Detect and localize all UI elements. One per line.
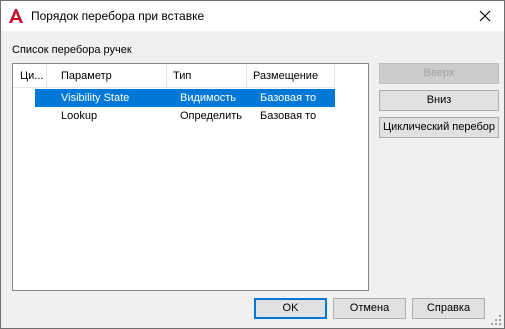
title-bar[interactable]: Порядок перебора при вставке <box>1 1 504 31</box>
list-caption: Список перебора ручек <box>12 44 132 56</box>
column-header-cycle[interactable]: Ци... <box>13 64 47 88</box>
cycle-toggle-button[interactable]: Циклический перебор <box>379 117 499 138</box>
list-row[interactable]: Visibility State Видимость Базовая то <box>13 89 335 107</box>
list-row[interactable]: Lookup Определить Базовая то <box>13 107 335 125</box>
column-header-parameter[interactable]: Параметр <box>47 64 167 88</box>
row-placement: Базовая то <box>260 110 317 122</box>
grip-cycle-list[interactable]: Ци... Параметр Тип Размещение Visibility… <box>12 63 369 291</box>
column-header-placement[interactable]: Размещение <box>247 64 335 88</box>
column-header-type[interactable]: Тип <box>167 64 247 88</box>
help-button[interactable]: Справка <box>412 298 485 319</box>
row-parameter: Lookup <box>61 110 98 122</box>
row-type: Видимость <box>180 92 236 104</box>
window-title: Порядок перебора при вставке <box>31 9 205 23</box>
close-icon[interactable] <box>466 1 504 31</box>
autocad-a-icon <box>8 8 24 24</box>
row-type: Определить <box>180 110 243 122</box>
list-header: Ци... Параметр Тип Размещение <box>13 64 335 88</box>
ok-button[interactable]: OK <box>254 298 327 319</box>
dialog-window: Порядок перебора при вставке Список пере… <box>0 0 505 329</box>
resize-grip-icon[interactable] <box>490 314 502 326</box>
row-parameter: Visibility State <box>61 92 130 104</box>
move-down-button[interactable]: Вниз <box>379 90 499 111</box>
move-up-button[interactable]: Вверх <box>379 63 499 84</box>
cancel-button[interactable]: Отмена <box>333 298 406 319</box>
row-placement: Базовая то <box>260 92 317 104</box>
